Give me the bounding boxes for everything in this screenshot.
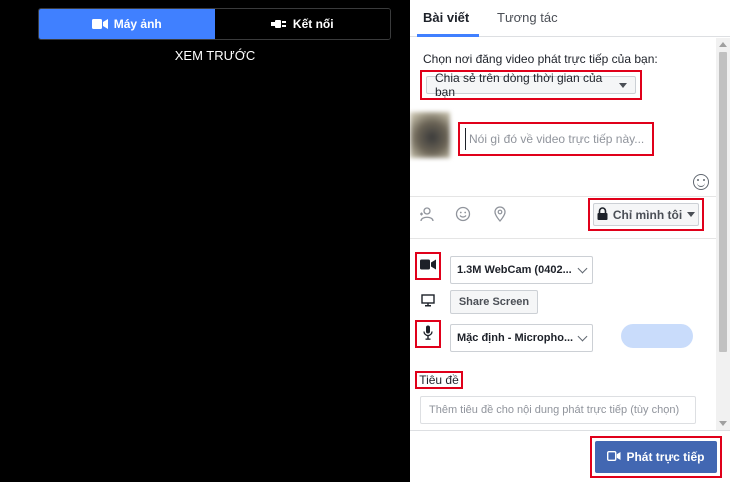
privacy-label: Chỉ mình tôi [612, 207, 683, 222]
mic-level-indicator [621, 324, 693, 348]
chevron-down-icon [577, 331, 588, 341]
post-text-input[interactable] [465, 128, 651, 150]
chevron-down-icon [577, 263, 588, 273]
microphone-icon-highlight [415, 320, 441, 348]
post-input-highlight [458, 122, 654, 156]
destination-prompt: Chọn nơi đăng video phát trực tiếp của b… [423, 52, 658, 66]
camera-select[interactable]: 1.3M WebCam (0402... [450, 256, 593, 284]
active-tab-indicator [417, 34, 479, 37]
location-pin-icon[interactable] [492, 206, 508, 222]
go-live-highlight: Phát trực tiếp [590, 436, 722, 478]
caret-down-icon [619, 82, 627, 88]
feeling-icon[interactable] [455, 206, 471, 222]
destination-highlight: Chia sẻ trên dòng thời gian của bạn [420, 70, 642, 100]
camera-icon-highlight [415, 252, 441, 280]
screen-icon-box [415, 288, 441, 316]
privacy-button[interactable]: Chỉ mình tôi [593, 203, 699, 226]
go-live-button[interactable]: Phát trực tiếp [595, 441, 717, 473]
microphone-select-value: Mặc định - Micropho... [457, 332, 574, 344]
share-screen-button[interactable]: Share Screen [450, 290, 538, 314]
caret-down-icon [687, 212, 696, 217]
composer-scroll-area: Chọn nơi đăng video phát trực tiếp của b… [410, 38, 716, 430]
emoji-icon[interactable] [693, 174, 709, 190]
title-input[interactable] [420, 396, 696, 424]
preview-label: XEM TRƯỚC [174, 48, 256, 63]
video-camera-icon [607, 450, 621, 464]
camera-select-value: 1.3M WebCam (0402... [457, 264, 572, 276]
divider [410, 238, 716, 239]
go-live-label: Phát trực tiếp [626, 450, 705, 464]
scrollbar-thumb[interactable] [719, 52, 727, 352]
destination-value: Chia sẻ trên dòng thời gian của bạn [435, 71, 603, 99]
composer-tabs: Bài viết Tương tác [410, 0, 730, 37]
source-toggle: Máy ảnh Kết nối [38, 8, 391, 40]
tab-camera[interactable]: Máy ảnh [39, 9, 215, 39]
microphone-select[interactable]: Mặc định - Micropho... [450, 324, 593, 352]
lock-icon [597, 206, 608, 223]
avatar [410, 112, 450, 158]
video-camera-icon [420, 259, 436, 273]
live-composer-panel: Bài viết Tương tác Chọn nơi đăng video p… [410, 0, 730, 482]
destination-select[interactable]: Chia sẻ trên dòng thời gian của bạn [426, 71, 636, 99]
plug-icon [270, 18, 287, 30]
scroll-down-arrow[interactable] [719, 421, 727, 426]
tab-interactivity[interactable]: Tương tác [497, 10, 558, 25]
tag-people-icon[interactable] [419, 206, 435, 222]
scroll-up-arrow[interactable] [719, 42, 727, 47]
divider [410, 196, 716, 197]
privacy-highlight: Chỉ mình tôi [588, 198, 704, 231]
video-camera-icon [91, 18, 108, 30]
tab-connect[interactable]: Kết nối [214, 9, 390, 39]
title-label: Tiêu đề [415, 371, 463, 389]
tab-post[interactable]: Bài viết [423, 10, 469, 25]
tab-camera-label: Máy ảnh [113, 17, 162, 31]
monitor-icon [421, 294, 435, 310]
microphone-icon [423, 325, 433, 343]
tab-connect-label: Kết nối [292, 17, 334, 31]
live-preview-pane: Máy ảnh Kết nối XEM TRƯỚC [0, 0, 410, 482]
